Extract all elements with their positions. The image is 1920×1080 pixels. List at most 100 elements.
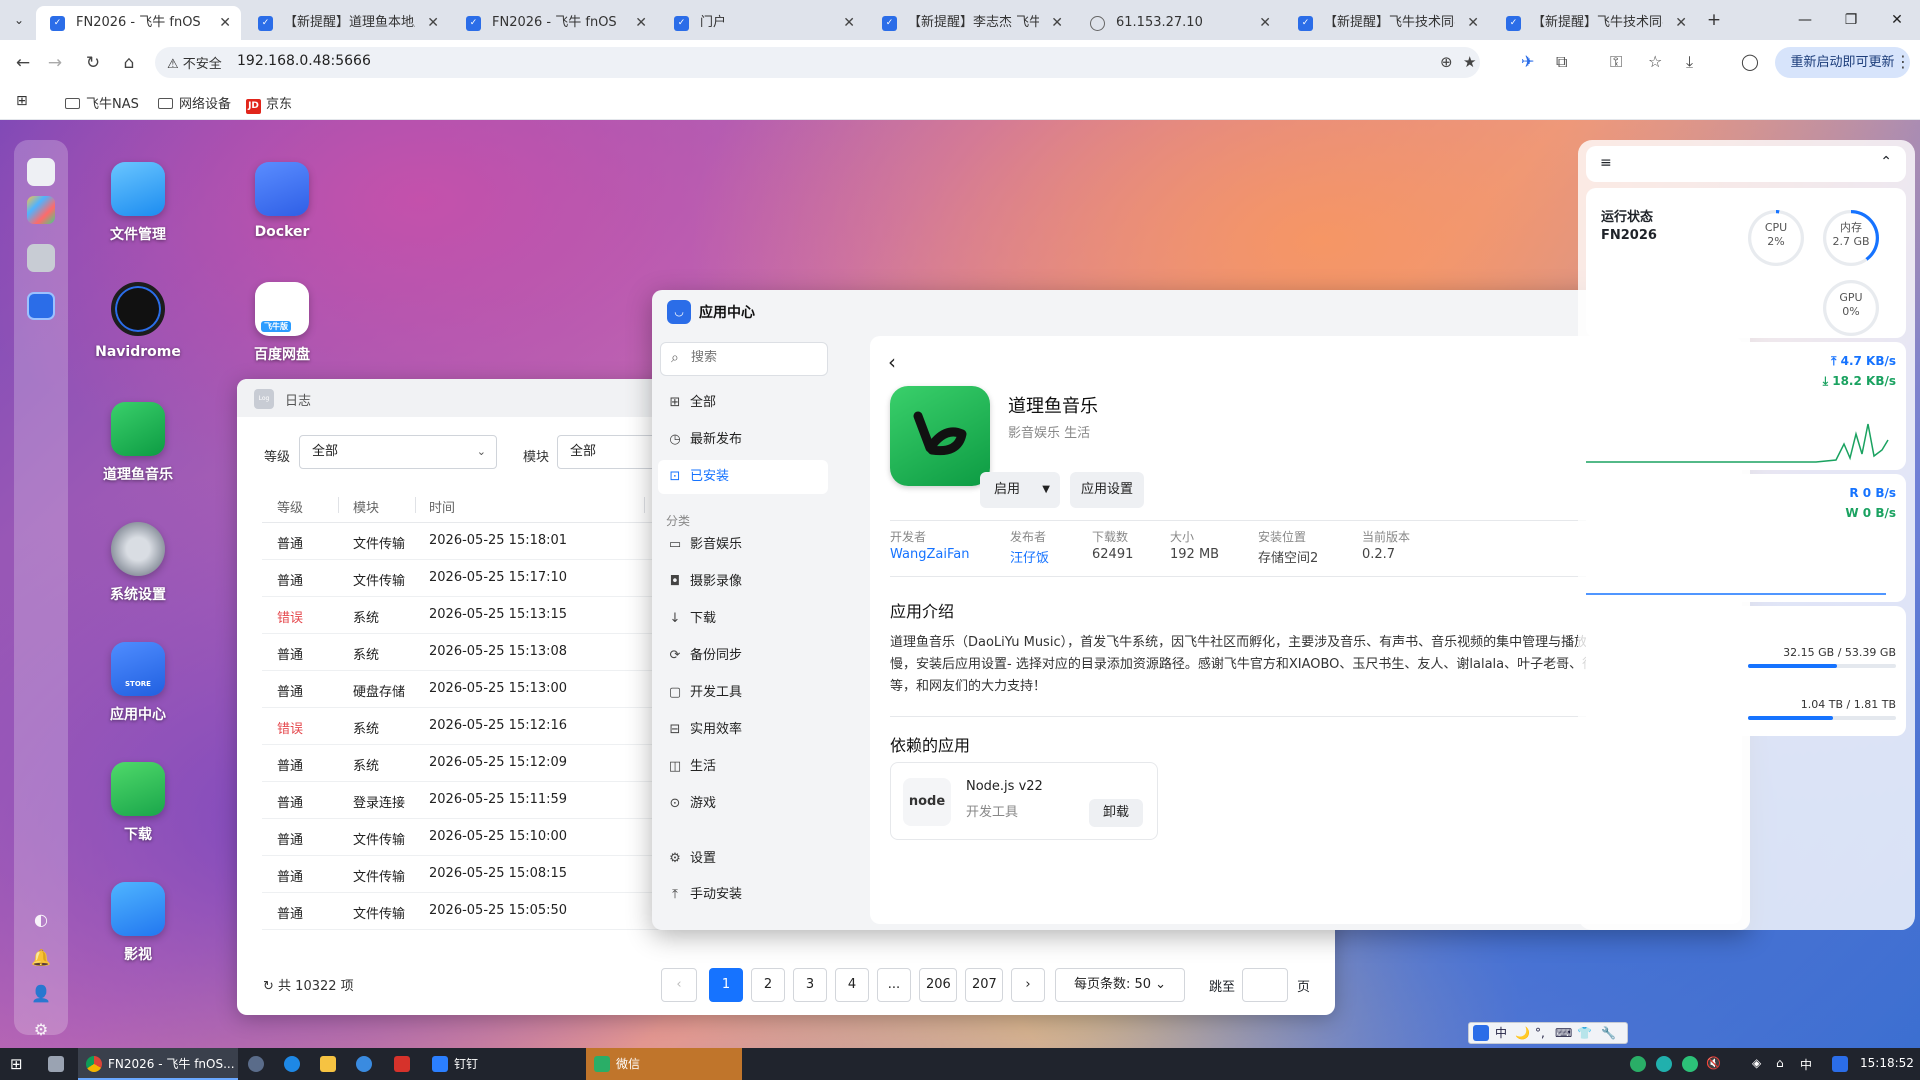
desktop-app-file-manager[interactable]: 文件管理 (83, 162, 193, 244)
bookmark-star-icon[interactable]: ★ (1463, 53, 1476, 71)
category-photo[interactable]: ◘ 摄影录像 (658, 565, 828, 599)
collapse-icon[interactable]: ⌃ (1880, 154, 1892, 170)
volume-muted-icon[interactable]: 🔇 (1706, 1056, 1721, 1070)
tray-app-icon[interactable]: ◈ (1752, 1056, 1761, 1070)
ime-punct-icon[interactable]: °, (1535, 1023, 1545, 1043)
developer-link[interactable]: WangZaiFan (890, 547, 969, 562)
desktop-app-navidrome[interactable]: Navidrome (83, 282, 193, 360)
page-button[interactable]: 3 (793, 968, 827, 1002)
desktop-app-download[interactable]: 下载 (83, 762, 193, 844)
bookmark-folder[interactable]: 飞牛NAS (65, 93, 139, 112)
uninstall-dependency-button[interactable]: 卸载 (1089, 799, 1143, 827)
level-filter-select[interactable]: 全部 ⌄ (299, 435, 497, 469)
desktop-app-baidu-netdisk[interactable]: 飞牛版 百度网盘 (227, 282, 337, 364)
minimize-icon[interactable]: — (1782, 0, 1828, 40)
taskbar-browser[interactable]: FN2026 - 飞牛 fnOS... (78, 1048, 238, 1080)
nav-all[interactable]: ⊞ 全部 (658, 386, 828, 420)
bookmark-folder[interactable]: 网络设备 (158, 93, 231, 112)
category-download[interactable]: ↓ 下载 (658, 602, 828, 636)
forward-icon[interactable]: → (40, 48, 70, 78)
desktop-app-docker[interactable]: Docker (227, 162, 337, 240)
close-icon[interactable]: ✕ (635, 6, 647, 40)
close-icon[interactable]: ✕ (1467, 6, 1479, 40)
category-productivity[interactable]: ⊟ 实用效率 (658, 713, 828, 747)
browser-tab[interactable]: 61.153.27.10 ✕ (1076, 6, 1281, 40)
close-icon[interactable]: ✕ (1675, 6, 1687, 40)
input-language[interactable]: 中 (1800, 1056, 1812, 1073)
reload-icon[interactable]: ↻ (78, 48, 108, 78)
url-text[interactable]: 192.168.0.48:5666 (237, 53, 371, 69)
column-time[interactable]: 时间 (429, 497, 455, 516)
address-bar[interactable]: ⚠ 不安全 192.168.0.48:5666 ⊕ ★ (155, 47, 1480, 78)
taskbar-dingtalk[interactable]: 钉钉 (424, 1048, 584, 1080)
wps-icon[interactable] (394, 1056, 410, 1072)
browser-tab[interactable]: ✓ 【新提醒】李志杰 飞牛私... ✕ (868, 6, 1073, 40)
tab-search-icon[interactable]: ⌄ (8, 9, 30, 31)
app-icon[interactable] (356, 1056, 372, 1072)
restore-icon[interactable]: ❐ (1828, 0, 1874, 40)
clock[interactable]: 15:18:52 (1860, 1056, 1914, 1070)
edge-icon[interactable] (284, 1056, 300, 1072)
next-page-button[interactable]: › (1011, 968, 1045, 1002)
prev-page-button[interactable]: ‹ (661, 968, 697, 1002)
gear-icon[interactable]: ⚙ (31, 1020, 51, 1040)
page-button[interactable]: 1 (709, 968, 743, 1002)
close-icon[interactable]: ✕ (1051, 6, 1063, 40)
browser-tab[interactable]: ✓ FN2026 - 飞牛 fnOS ✕ (36, 6, 241, 40)
ime-tray-icon[interactable] (1832, 1056, 1848, 1072)
apps-grid-icon[interactable]: ⊞ (16, 93, 28, 109)
ime-tools-icon[interactable]: 🔧 (1601, 1023, 1616, 1043)
favorites-icon[interactable]: ☆ (1648, 52, 1662, 71)
profile-icon[interactable]: ◯ (1741, 52, 1759, 71)
app-center-dock-icon[interactable] (27, 292, 55, 320)
close-icon[interactable]: ✕ (843, 6, 855, 40)
extensions-icon[interactable]: ⧉ (1556, 52, 1567, 72)
browser-tab[interactable]: ✓ 【新提醒】飞牛技术同学... ✕ (1284, 6, 1489, 40)
category-games[interactable]: ⊙ 游戏 (658, 787, 828, 821)
category-dev-tools[interactable]: ▢ 开发工具 (658, 676, 828, 710)
browser-tab[interactable]: ✓ 【新提醒】道理鱼本地应... ✕ (244, 6, 449, 40)
app-settings-button[interactable]: 应用设置 (1070, 472, 1144, 508)
category-life[interactable]: ◫ 生活 (658, 750, 828, 784)
column-level[interactable]: 等级 (277, 497, 303, 516)
ime-moon-icon[interactable]: 🌙 (1515, 1023, 1530, 1043)
log-icon[interactable] (27, 244, 55, 272)
dropdown-caret-icon[interactable]: ▼ (1042, 472, 1050, 508)
nav-installed[interactable]: ⊡ 已安装 (658, 460, 828, 494)
user-icon[interactable]: 👤 (31, 984, 51, 1004)
explorer-folder-icon[interactable] (320, 1056, 336, 1072)
status-icon[interactable]: ◐ (31, 910, 51, 930)
search-input[interactable] (691, 350, 811, 365)
close-icon[interactable]: ✕ (1259, 6, 1271, 40)
column-module[interactable]: 模块 (353, 497, 379, 516)
taskbar-wechat[interactable]: 微信 (586, 1048, 742, 1080)
publisher-link[interactable]: 汪仔饭 (1010, 547, 1049, 566)
tray-app-icon[interactable] (1656, 1056, 1672, 1072)
windows-start-icon[interactable]: ⊞ (10, 1055, 23, 1073)
page-button[interactable]: 206 (919, 968, 957, 1002)
page-size-select[interactable]: 每页条数: 50 ⌄ (1055, 968, 1185, 1002)
page-button[interactable]: 2 (751, 968, 785, 1002)
launch-button[interactable]: 启用 ▼ (980, 472, 1060, 508)
close-window-icon[interactable]: ✕ (1874, 0, 1920, 40)
wechat-tray-icon[interactable] (1630, 1056, 1646, 1072)
zoom-icon[interactable]: ⊕ (1440, 53, 1453, 71)
nav-manual-install[interactable]: ⤒ 手动安装 (658, 878, 828, 912)
nav-latest[interactable]: ◷ 最新发布 (658, 423, 828, 457)
page-button[interactable]: 4 (835, 968, 869, 1002)
desktop-app-video[interactable]: 影视 (83, 882, 193, 964)
relaunch-update-button[interactable]: 重新启动即可更新 (1775, 47, 1910, 78)
desktop-icon[interactable] (27, 158, 55, 186)
task-view-icon[interactable] (48, 1056, 64, 1072)
refresh-icon[interactable]: ↻ (263, 979, 274, 994)
browser-tab[interactable]: ✓ 门户 ✕ (660, 6, 865, 40)
close-icon[interactable]: ✕ (219, 6, 231, 40)
download-icon[interactable]: ⤓ (1686, 52, 1693, 72)
ime-keyboard-icon[interactable]: ⌨ (1555, 1023, 1572, 1043)
back-icon[interactable]: ‹ (888, 350, 896, 374)
widgets-icon[interactable] (27, 196, 55, 224)
category-media[interactable]: ▭ 影音娱乐 (658, 528, 828, 562)
page-ellipsis[interactable]: ... (877, 968, 911, 1002)
desktop-app-daoliyu-music[interactable]: 道理鱼音乐 (83, 402, 193, 484)
tray-app-icon[interactable] (1682, 1056, 1698, 1072)
